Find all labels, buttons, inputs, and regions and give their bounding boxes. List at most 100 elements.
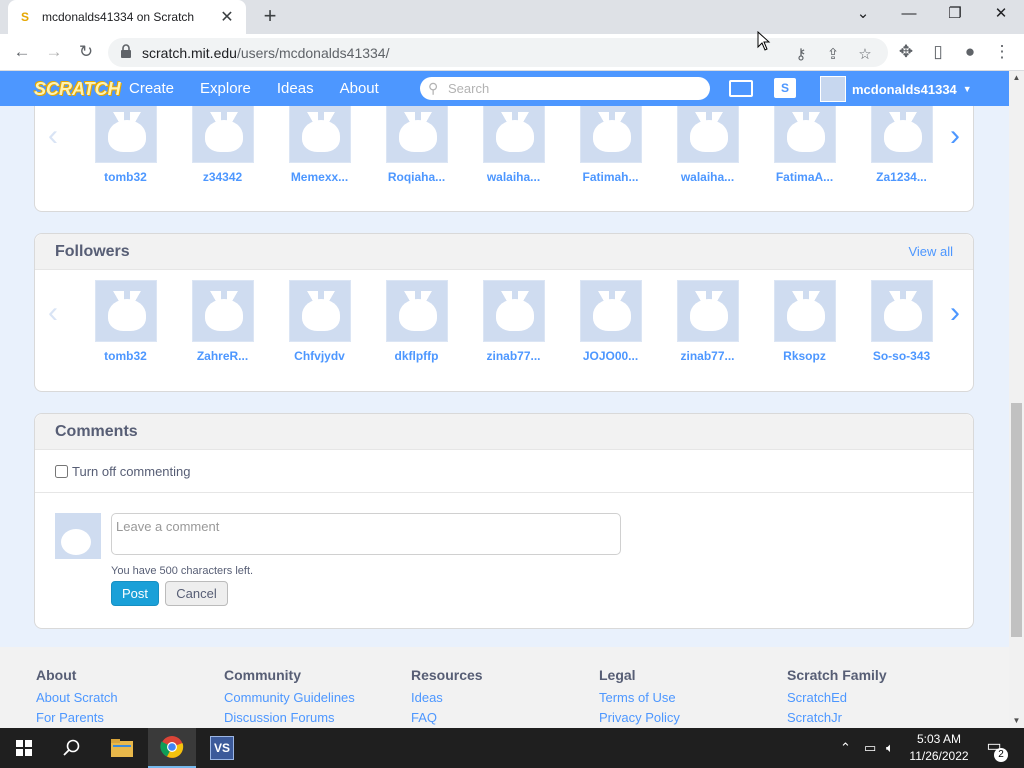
share-icon[interactable]: ⇪ — [822, 44, 844, 66]
username-link[interactable]: tomb32 — [104, 349, 147, 363]
scroll-down-icon[interactable]: ▼ — [1009, 714, 1024, 728]
avatar[interactable] — [579, 280, 642, 342]
user-thumbnail[interactable]: Roqiaha... — [368, 106, 465, 184]
username-link[interactable]: zinab77... — [486, 349, 540, 363]
restore-icon[interactable]: ❐ — [932, 0, 978, 30]
reload-icon[interactable]: ↻ — [74, 40, 98, 64]
user-thumbnail[interactable]: z34342 — [174, 106, 271, 184]
bookmark-star-icon[interactable]: ☆ — [854, 44, 876, 66]
username-link[interactable]: tomb32 — [104, 170, 147, 184]
footer-link[interactable]: Community Guidelines — [224, 690, 404, 705]
avatar[interactable] — [191, 280, 254, 342]
username-link[interactable]: walaiha... — [681, 170, 734, 184]
turn-off-commenting-checkbox[interactable] — [55, 464, 68, 478]
username-link[interactable]: FatimaA... — [776, 170, 833, 184]
my-stuff-icon[interactable]: S — [774, 78, 796, 98]
network-icon[interactable]: ▭ — [864, 740, 876, 756]
avatar[interactable] — [773, 280, 836, 342]
notifications-icon[interactable]: ▭ 2 — [982, 736, 1008, 762]
turn-off-commenting-label[interactable]: Turn off commenting — [72, 464, 191, 479]
username-link[interactable]: walaiha... — [487, 170, 540, 184]
username-link[interactable]: JOJO00... — [583, 349, 638, 363]
user-thumbnail[interactable]: Za1234... — [853, 106, 950, 184]
footer-link[interactable]: Terms of Use — [599, 690, 779, 705]
username-link[interactable]: z34342 — [203, 170, 242, 184]
carousel-prev-icon[interactable]: ‹ — [43, 298, 63, 328]
username-link[interactable]: Za1234... — [876, 170, 927, 184]
scrollbar-thumb[interactable] — [1011, 403, 1022, 637]
carousel-next-icon[interactable]: › — [945, 121, 965, 151]
minimize-icon[interactable]: — — [886, 0, 932, 30]
key-icon[interactable]: ⚷ — [790, 44, 812, 66]
username-link[interactable]: Chfvjydv — [294, 349, 345, 363]
scratch-logo[interactable]: SCRATCH — [34, 76, 121, 102]
new-tab-icon[interactable]: + — [258, 5, 282, 29]
footer-link[interactable]: Privacy Policy — [599, 710, 779, 725]
cancel-button[interactable]: Cancel — [165, 581, 228, 606]
carousel-prev-icon[interactable]: ‹ — [43, 121, 63, 151]
profile-icon[interactable]: ● — [958, 40, 982, 64]
footer-link[interactable]: For Parents — [36, 710, 216, 725]
address-bar[interactable]: scratch.mit.edu/users/mcdonalds41334/ ⚷ … — [108, 38, 888, 67]
footer-link[interactable]: FAQ — [411, 710, 591, 725]
user-thumbnail[interactable]: Rksopz — [756, 280, 853, 363]
username-link[interactable]: So-so-343 — [873, 349, 930, 363]
avatar[interactable] — [482, 106, 545, 163]
user-thumbnail[interactable]: Fatimah... — [562, 106, 659, 184]
avatar[interactable] — [385, 106, 448, 163]
footer-link[interactable]: Ideas — [411, 690, 591, 705]
username-link[interactable]: dkflpffp — [395, 349, 439, 363]
scroll-up-icon[interactable]: ▲ — [1009, 71, 1024, 85]
post-button[interactable]: Post — [111, 581, 159, 606]
user-thumbnail[interactable]: tomb32 — [77, 106, 174, 184]
volume-icon[interactable]: 🔈︎ — [886, 740, 894, 756]
user-thumbnail[interactable]: Chfvjydv — [271, 280, 368, 363]
tray-chevron-up-icon[interactable]: ⌃ — [840, 740, 851, 756]
avatar[interactable] — [288, 280, 351, 342]
avatar[interactable] — [579, 106, 642, 163]
avatar[interactable] — [870, 106, 933, 163]
nav-explore[interactable]: Explore — [195, 80, 256, 97]
username-link[interactable]: Roqiaha... — [388, 170, 445, 184]
user-thumbnail[interactable]: zinab77... — [659, 280, 756, 363]
avatar[interactable] — [385, 280, 448, 342]
footer-link[interactable]: Discussion Forums — [224, 710, 404, 725]
view-all-link[interactable]: View all — [908, 244, 953, 259]
taskbar-search-icon[interactable] — [48, 728, 96, 768]
user-thumbnail[interactable]: JOJO00... — [562, 280, 659, 363]
comment-input[interactable] — [111, 513, 621, 555]
avatar[interactable] — [288, 106, 351, 163]
avatar[interactable] — [94, 280, 157, 342]
search-input[interactable] — [448, 80, 698, 97]
account-menu[interactable]: mcdonalds41334 ▼ — [820, 74, 972, 104]
messages-icon[interactable] — [729, 80, 753, 97]
browser-tab[interactable]: S mcdonalds41334 on Scratch ✕ — [8, 0, 246, 34]
file-explorer-icon[interactable] — [98, 728, 146, 768]
username-link[interactable]: Memexx... — [291, 170, 348, 184]
avatar[interactable] — [94, 106, 157, 163]
user-thumbnail[interactable]: So-so-343 — [853, 280, 950, 363]
visual-studio-icon[interactable]: VS — [198, 728, 246, 768]
footer-link[interactable]: ScratchJr — [787, 710, 967, 725]
tab-search-icon[interactable]: ⌄ — [840, 0, 886, 30]
user-thumbnail[interactable]: FatimaA... — [756, 106, 853, 184]
avatar[interactable] — [676, 106, 739, 163]
user-thumbnail[interactable]: dkflpffp — [368, 280, 465, 363]
back-icon[interactable]: ← — [10, 40, 34, 64]
user-thumbnail[interactable]: ZahreR... — [174, 280, 271, 363]
username-link[interactable]: Rksopz — [783, 349, 826, 363]
username-link[interactable]: zinab77... — [680, 349, 734, 363]
user-thumbnail[interactable]: tomb32 — [77, 280, 174, 363]
username-link[interactable]: ZahreR... — [197, 349, 248, 363]
page-scrollbar[interactable]: ▲ ▼ — [1009, 71, 1024, 728]
nav-about[interactable]: About — [335, 80, 384, 97]
footer-link[interactable]: About Scratch — [36, 690, 216, 705]
taskbar-clock[interactable]: 5:03 AM 11/26/2022 — [906, 731, 972, 765]
carousel-next-icon[interactable]: › — [945, 298, 965, 328]
username-link[interactable]: Fatimah... — [582, 170, 638, 184]
tab-close-icon[interactable]: ✕ — [218, 7, 236, 27]
user-thumbnail[interactable]: Memexx... — [271, 106, 368, 184]
menu-kebab-icon[interactable]: ⋮ — [990, 40, 1014, 64]
avatar[interactable] — [482, 280, 545, 342]
user-thumbnail[interactable]: zinab77... — [465, 280, 562, 363]
